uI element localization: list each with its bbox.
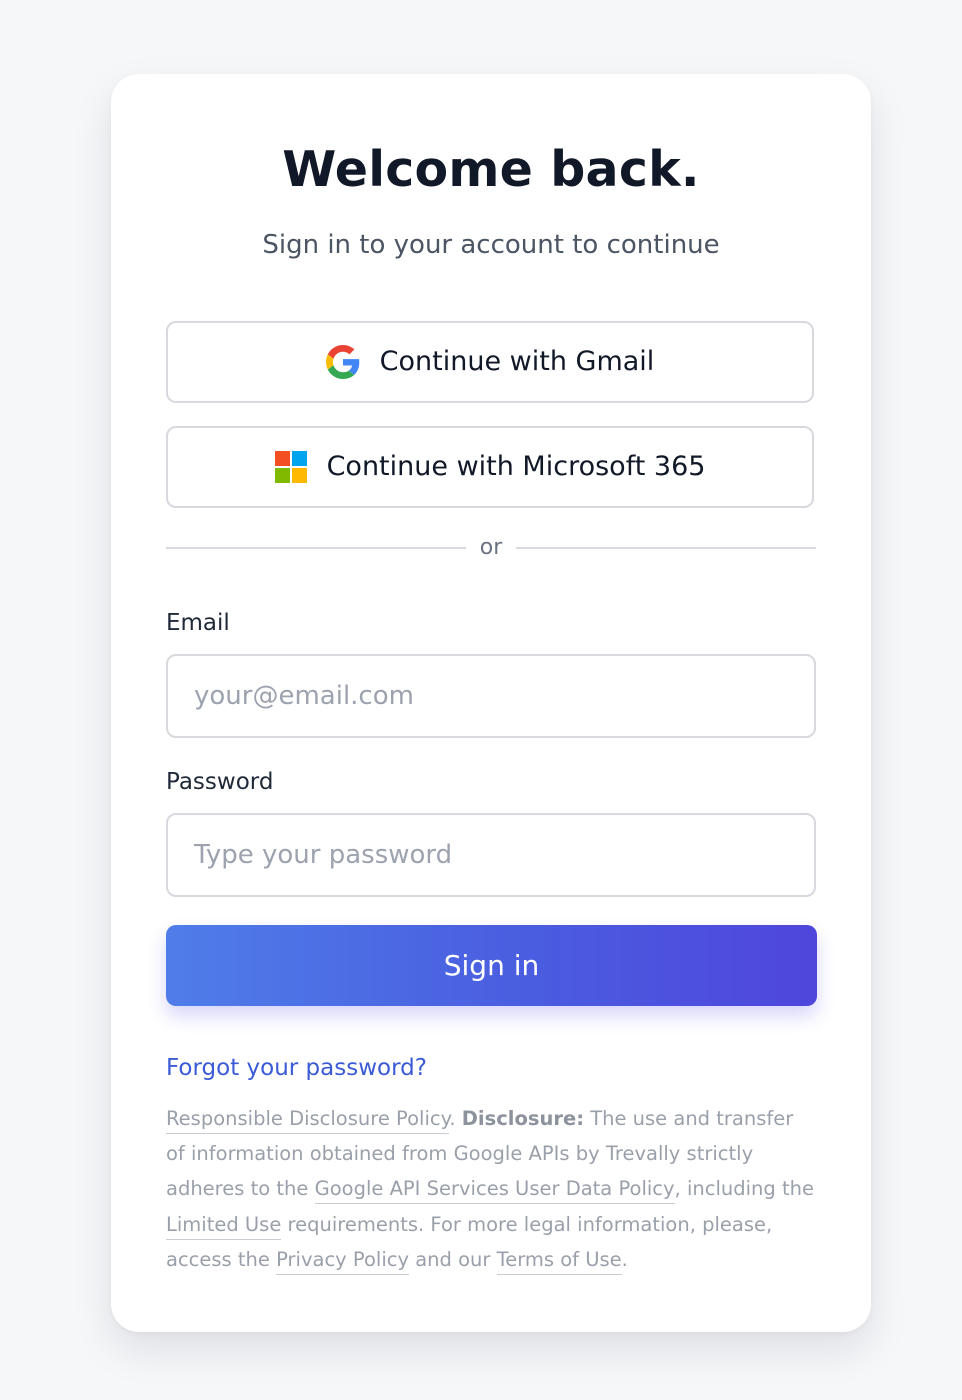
continue-with-gmail-button[interactable]: Continue with Gmail: [166, 321, 814, 403]
terms-of-use-link[interactable]: Terms of Use: [496, 1247, 622, 1275]
google-g-icon: [325, 345, 360, 379]
page-subtitle: Sign in to your account to continue: [262, 230, 720, 260]
continue-with-microsoft-button[interactable]: Continue with Microsoft 365: [166, 426, 814, 508]
legal-text-4: and our: [409, 1247, 497, 1271]
forgot-password-link[interactable]: Forgot your password?: [166, 1053, 427, 1083]
legal-separator: .: [449, 1107, 462, 1130]
login-card: Welcome back. Sign in to your account to…: [111, 74, 871, 1332]
google-api-policy-link[interactable]: Google API Services User Data Policy: [314, 1177, 675, 1205]
disclosure-heading: Disclosure:: [461, 1107, 584, 1130]
page-title: Welcome back.: [282, 141, 700, 198]
limited-use-link[interactable]: Limited Use: [166, 1212, 282, 1240]
or-divider: or: [166, 532, 816, 566]
privacy-policy-link[interactable]: Privacy Policy: [276, 1247, 410, 1275]
microsoft-button-label: Continue with Microsoft 365: [326, 451, 706, 482]
divider-line-right: [516, 547, 816, 549]
legal-text-2: , including the: [674, 1177, 814, 1201]
gmail-button-label: Continue with Gmail: [379, 346, 655, 377]
password-label: Password: [166, 769, 274, 795]
legal-text-5: .: [621, 1247, 628, 1271]
password-field[interactable]: [166, 813, 816, 897]
legal-disclosure-text: Responsible Disclosure Policy. Disclosur…: [166, 1101, 816, 1277]
microsoft-logo-icon: [274, 451, 307, 483]
sign-in-button[interactable]: Sign in: [166, 925, 817, 1006]
email-field[interactable]: [166, 654, 816, 738]
disclosure-policy-link[interactable]: Responsible Disclosure Policy: [166, 1107, 450, 1134]
email-label: Email: [166, 610, 230, 636]
